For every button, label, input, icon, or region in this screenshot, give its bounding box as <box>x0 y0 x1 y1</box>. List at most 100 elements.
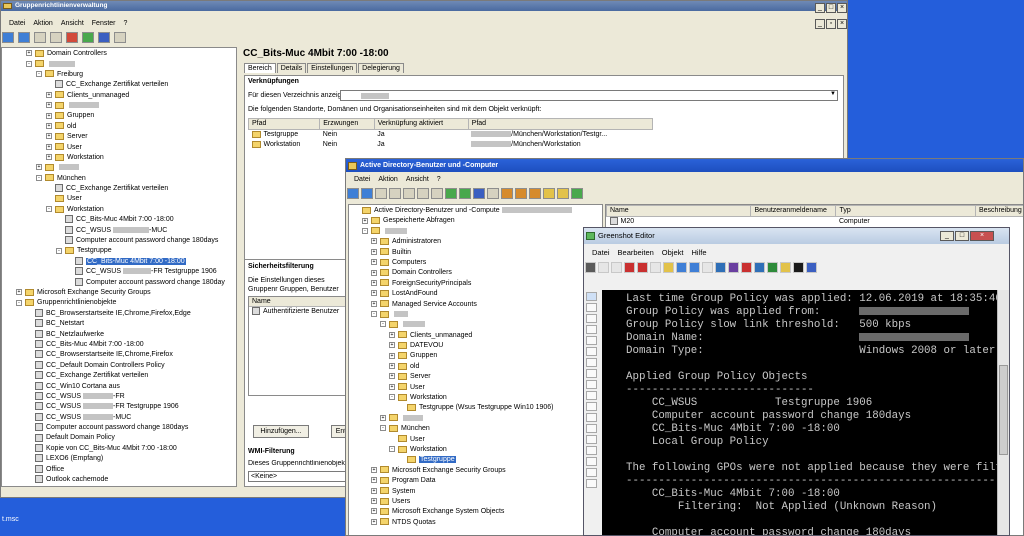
tab-bereich[interactable]: Bereich <box>244 63 276 73</box>
tree-node[interactable]: + User <box>349 383 602 393</box>
tree-node[interactable]: + Microsoft Exchange Security Groups <box>349 466 602 476</box>
upload-icon[interactable] <box>767 262 778 273</box>
expand-icon[interactable]: + <box>46 112 52 119</box>
tree-node[interactable]: CC_Exchange Zertifikat verteilen <box>2 80 236 90</box>
tree-node[interactable]: + Managed Service Accounts <box>349 300 602 310</box>
tree-node[interactable]: - Workstation <box>349 445 602 455</box>
ad-column-header[interactable]: Typ <box>835 205 976 217</box>
expand-icon[interactable]: + <box>371 259 377 266</box>
tree-node[interactable]: + Server <box>2 132 236 142</box>
delete-icon[interactable] <box>65 32 78 43</box>
tree-node[interactable]: BC_Netzlaufwerke <box>2 329 236 340</box>
tree-node[interactable]: Default Domain Policy <box>2 433 236 443</box>
tree-node[interactable]: + Gruppen <box>349 351 602 361</box>
tree-node[interactable]: + Microsoft Exchange Security Groups <box>2 288 236 298</box>
links-column-header[interactable]: Pfad <box>247 118 321 130</box>
expand-icon[interactable]: + <box>389 342 395 349</box>
tree-node[interactable]: Office <box>2 464 236 475</box>
gpmc-menu-item[interactable]: Aktion <box>33 20 52 27</box>
tree-node[interactable]: + NTDS Quotas <box>349 518 602 528</box>
ad-column-header[interactable]: Name <box>606 205 752 217</box>
tree-node[interactable]: LEXO6 (Empfang) <box>2 454 236 464</box>
tree-node[interactable]: - München <box>2 174 236 184</box>
tree-node[interactable]: CC_Exchange Zertifikat verteilen <box>2 371 236 381</box>
expand-icon[interactable]: + <box>371 518 377 525</box>
refresh-icon[interactable] <box>445 188 457 199</box>
expand-icon[interactable]: + <box>371 477 377 484</box>
collapse-icon[interactable]: - <box>36 174 42 181</box>
expand-icon[interactable]: + <box>371 238 377 245</box>
tree-node[interactable]: + Gruppen <box>2 111 236 121</box>
rectangle-icon[interactable] <box>586 303 597 312</box>
help-icon[interactable] <box>97 32 110 43</box>
tree-node[interactable]: CC_Bits-Muc 4Mbit 7:00 -18:00 <box>2 215 236 225</box>
table-row[interactable]: M20 Computer <box>607 217 1024 228</box>
copy-icon[interactable] <box>598 262 609 273</box>
collapse-icon[interactable]: - <box>56 247 62 254</box>
settings-icon[interactable] <box>702 262 713 273</box>
forward-icon[interactable] <box>17 32 30 43</box>
tree-node[interactable]: + Builtin <box>349 248 602 258</box>
expand-icon[interactable]: + <box>371 279 377 286</box>
gpmc-child-restore[interactable]: ▫ <box>826 19 836 29</box>
help-icon[interactable] <box>473 188 485 199</box>
chevron-down-icon[interactable]: ▼ <box>830 91 836 97</box>
ad-menu-item[interactable]: Datei <box>354 176 370 183</box>
tree-node[interactable]: Kopie von CC_Bits-Muc 4Mbit 7:00 -18:00 <box>2 444 236 454</box>
tree-node[interactable]: + Gespeicherte Abfragen <box>349 216 602 226</box>
properties-icon[interactable] <box>113 32 126 43</box>
camera-icon[interactable] <box>793 262 804 273</box>
collapse-icon[interactable]: - <box>16 299 22 306</box>
gpmc-tree[interactable]: + Domain Controllers - - Freiburg CC_Exchange… <box>1 47 237 487</box>
tree-node[interactable]: Testgruppe <box>349 455 602 465</box>
upload-icon[interactable] <box>728 262 739 273</box>
new-group-icon[interactable] <box>529 188 541 199</box>
gpmc-menu-item[interactable]: ? <box>124 20 128 27</box>
arrow-icon[interactable] <box>586 336 597 345</box>
tree-node[interactable]: Testgruppe (Wsus Testgruppe Win10 1906) <box>349 403 602 413</box>
tree-node[interactable]: BC_Browserstartseite IE,Chrome,Firefox,E… <box>2 308 236 319</box>
text-icon[interactable] <box>586 358 597 367</box>
expand-icon[interactable]: + <box>389 352 395 359</box>
tree-node[interactable]: CC_WSUS -FR Testgruppe 1906 <box>2 267 236 277</box>
gpmc-menu-item[interactable]: Fenster <box>92 20 116 27</box>
tree-node[interactable]: - Freiburg <box>2 70 236 80</box>
properties-icon[interactable] <box>431 188 443 199</box>
tree-node[interactable]: Computer account password change 180day <box>2 277 236 288</box>
upload-icon[interactable] <box>780 262 791 273</box>
expand-icon[interactable]: + <box>380 414 386 421</box>
expand-icon[interactable]: + <box>371 508 377 515</box>
gpmc-child-minimize[interactable]: _ <box>815 19 825 29</box>
tree-node[interactable]: Outlook Junk-Email Sichere Absender <box>2 485 236 486</box>
tree-node[interactable]: + Microsoft Exchange System Objects <box>349 507 602 517</box>
expand-icon[interactable]: + <box>389 331 395 338</box>
redo-icon[interactable] <box>689 262 700 273</box>
tree-node[interactable]: + LostAndFound <box>349 289 602 299</box>
expand-icon[interactable]: + <box>16 289 22 296</box>
greenshot-menu-item[interactable]: Objekt <box>662 248 684 257</box>
tree-node[interactable]: + old <box>349 362 602 372</box>
gpmc-title-bar[interactable]: Gruppenrichtlinienverwaltung <box>1 1 847 11</box>
wmi-dropdown[interactable]: <Keine> <box>248 471 348 482</box>
expand-icon[interactable]: + <box>362 217 368 224</box>
tree-node[interactable]: CC_Bits-Muc 4Mbit 7:00 -18:00 <box>2 340 236 350</box>
add-button[interactable]: Hinzufügen... <box>253 425 309 438</box>
tree-node[interactable]: + Server <box>349 372 602 382</box>
table-row[interactable]: Testgruppe Nein Ja/München/Workstation/Tes… <box>249 130 653 141</box>
gpmc-menu-item[interactable]: Datei <box>9 20 25 27</box>
ad-column-header[interactable]: Beschreibung <box>974 205 1023 217</box>
back-icon[interactable] <box>2 32 14 43</box>
speechbubble-icon[interactable] <box>586 369 597 378</box>
expand-icon[interactable]: + <box>26 50 32 57</box>
freehand-icon[interactable] <box>586 347 597 356</box>
ad-title-bar[interactable]: Active Directory-Benutzer und -Computer <box>346 159 1023 172</box>
expand-icon[interactable]: + <box>389 363 395 370</box>
tree-node[interactable]: + ForeignSecurityPrincipals <box>349 279 602 289</box>
expand-icon[interactable]: + <box>371 290 377 297</box>
paste-icon[interactable] <box>663 262 674 273</box>
tab-details[interactable]: Details <box>276 63 307 73</box>
tree-node[interactable]: CC_WSUS -FR <box>2 392 236 402</box>
tree-node[interactable]: - Testgruppe <box>2 246 236 256</box>
greenshot-close-button[interactable]: × <box>970 231 994 241</box>
up-folder-icon[interactable] <box>375 188 387 199</box>
